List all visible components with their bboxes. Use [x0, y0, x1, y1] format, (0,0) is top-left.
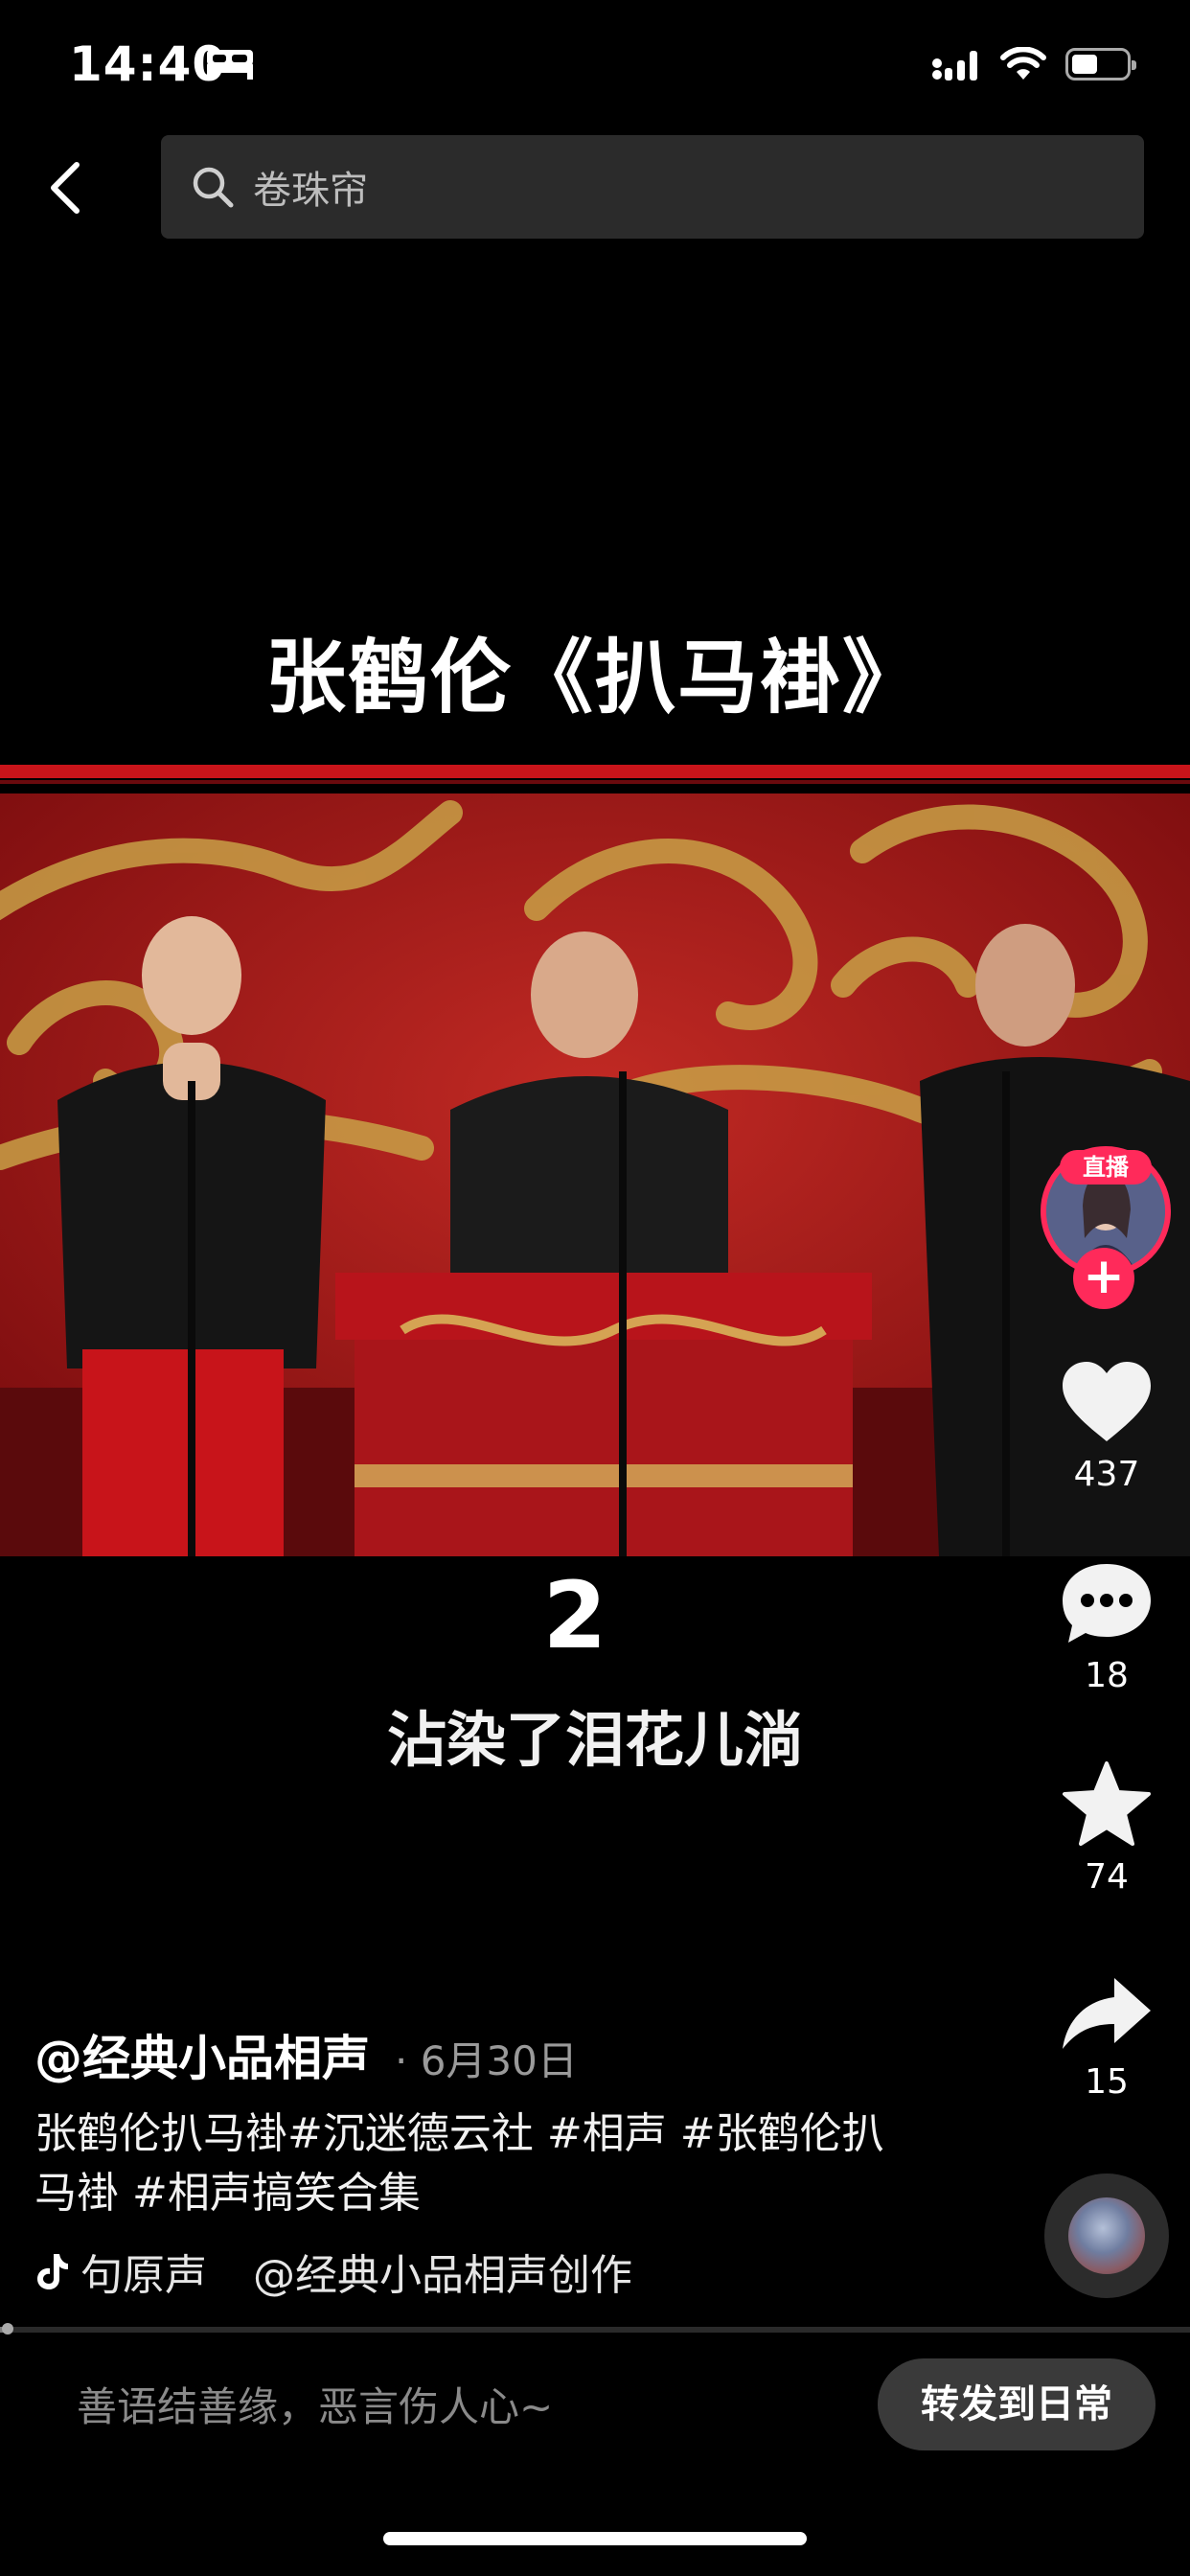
video-frame[interactable]	[0, 794, 1190, 1556]
author-line: @经典小品相声 · 6月30日	[34, 2020, 578, 2089]
favorite-count: 74	[1085, 1857, 1129, 1897]
tiktok-note-icon	[37, 2254, 68, 2289]
comment-button[interactable]: 18	[1040, 1560, 1174, 1695]
subtitle-text: 沾染了泪花儿淌	[386, 1705, 803, 1775]
wifi-icon	[1000, 47, 1046, 80]
chevron-left-icon	[51, 162, 80, 214]
heart-icon	[1063, 1362, 1151, 1441]
progress-handle[interactable]	[2, 2323, 13, 2334]
home-indicator	[383, 2532, 807, 2545]
search-query: 卷珠帘	[253, 169, 368, 213]
subtitle-number: 2	[542, 1562, 607, 1669]
follow-button[interactable]: +	[1073, 1248, 1134, 1309]
live-badge: 直播	[1060, 1150, 1152, 1184]
music-credit: @经典小品相声创作	[253, 2251, 632, 2300]
frame-stripe-dark	[0, 780, 1190, 784]
video-description[interactable]: 张鹤伦扒马褂#沉迷德云社 #相声 #张鹤伦扒马褂 #相声搞笑合集	[34, 2104, 897, 2223]
music-source: 句原声	[80, 2251, 207, 2300]
video-title-overlay: 张鹤伦《扒马褂》	[264, 631, 925, 724]
progress-track[interactable]	[0, 2327, 1190, 2333]
post-date: · 6月30日	[395, 2037, 578, 2084]
back-button[interactable]	[34, 149, 96, 227]
share-button[interactable]: 15	[1040, 1974, 1174, 2102]
star-icon	[1063, 1761, 1151, 1846]
share-count: 15	[1085, 2062, 1129, 2102]
music-cover-icon	[1068, 2197, 1145, 2274]
search-bar[interactable]: 卷珠帘	[161, 135, 1144, 239]
music-disc[interactable]	[1044, 2174, 1169, 2298]
comment-count: 18	[1085, 1656, 1129, 1695]
sleep-focus-icon	[207, 50, 253, 80]
comment-input[interactable]: 善语结善缘，恶言伤人心~	[77, 2375, 553, 2433]
status-time: 14:40	[69, 36, 227, 92]
share-to-daily-button[interactable]: 转发到日常	[878, 2358, 1156, 2450]
cellular-signal-icon	[932, 51, 977, 80]
favorite-button[interactable]: 74	[1040, 1760, 1174, 1897]
search-icon	[193, 167, 234, 208]
status-indicators	[931, 42, 1136, 86]
comment-bubble-icon	[1063, 1564, 1151, 1643]
like-count: 437	[1073, 1455, 1140, 1494]
frame-stripe	[0, 765, 1190, 778]
author-name[interactable]: @经典小品相声	[34, 2020, 370, 2089]
music-line[interactable]: 句原声 @经典小品相声创作	[34, 2241, 632, 2302]
like-button[interactable]: 437	[1040, 1359, 1174, 1494]
battery-icon	[1065, 48, 1136, 80]
share-arrow-icon	[1063, 1978, 1151, 2049]
